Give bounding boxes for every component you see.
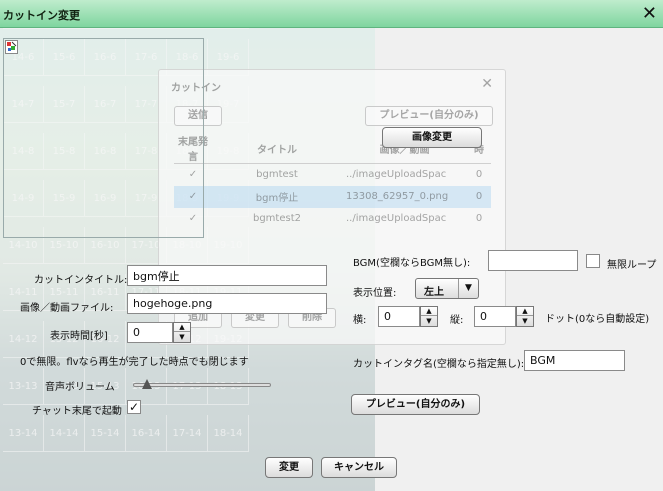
bgm-input[interactable] xyxy=(488,250,578,271)
row-file: 13308_62957_0.png xyxy=(342,185,467,208)
bgm-label: BGM(空欄ならBGM無し): xyxy=(353,258,471,269)
ghost-close-icon: ✕ xyxy=(481,76,493,92)
ghost-preview-button: プレビュー(自分のみ) xyxy=(365,106,493,126)
stepper-down-icon[interactable]: ▼ xyxy=(174,333,190,342)
time-input[interactable] xyxy=(127,322,173,343)
image-preview xyxy=(3,38,204,238)
preview-button[interactable]: プレビュー(自分のみ) xyxy=(351,394,480,415)
row-title: bgm停止 xyxy=(212,185,342,208)
title-label: カットインタイトル: xyxy=(34,275,128,286)
volume-slider[interactable] xyxy=(133,383,271,387)
time-label: 表示時間[秒] xyxy=(50,331,108,342)
time-stepper[interactable]: ▲ ▼ xyxy=(173,322,191,343)
y-stepper[interactable]: ▲ ▼ xyxy=(516,306,534,327)
y-input[interactable] xyxy=(474,306,516,327)
row-file: ../imageUploadSpac xyxy=(346,169,447,181)
row-file: ../imageUploadSpac xyxy=(346,213,447,224)
table-row: ✓ bgmtest2 ../imageUploadSpac 0 xyxy=(174,208,491,230)
stepper-down-icon[interactable]: ▼ xyxy=(421,317,437,326)
cancel-button[interactable]: キャンセル xyxy=(321,457,397,478)
row-time: 0 xyxy=(467,185,491,208)
title-input[interactable] xyxy=(127,265,327,286)
position-dropdown[interactable]: 左上 ▼ xyxy=(415,278,479,299)
ok-button[interactable]: 変更 xyxy=(265,457,313,478)
y-label: 縦: xyxy=(450,315,464,326)
stepper-down-icon[interactable]: ▼ xyxy=(517,317,533,326)
file-input[interactable] xyxy=(127,293,327,314)
chat-end-checkbox[interactable]: ✓ xyxy=(127,400,141,414)
stepper-up-icon[interactable]: ▲ xyxy=(517,307,533,316)
window-titlebar: カットイン変更 ✕ xyxy=(0,0,663,28)
change-image-button[interactable]: 画像変更 xyxy=(382,127,482,148)
chevron-down-icon: ▼ xyxy=(458,279,478,298)
row-title: bgmtest2 xyxy=(252,213,301,224)
dot-note: ドット(0なら自動設定) xyxy=(545,314,650,325)
table-row: ✓ bgmtest ../imageUploadSpac 0 xyxy=(174,164,491,186)
position-value: 左上 xyxy=(424,287,444,298)
position-label: 表示位置: xyxy=(353,288,397,299)
row-time: 0 xyxy=(475,213,483,224)
ghost-header-title: タイトル xyxy=(212,133,342,164)
time-note: 0で無限。flvなら再生が完了した時点でも閉じます xyxy=(20,357,249,368)
row-time: 0 xyxy=(475,169,483,181)
tag-input[interactable] xyxy=(524,350,625,371)
table-row: ✓ bgm停止 13308_62957_0.png 0 xyxy=(174,185,491,208)
loop-checkbox[interactable] xyxy=(586,254,600,268)
x-input[interactable] xyxy=(378,306,420,327)
chat-end-label: チャット末尾で起動 xyxy=(32,406,122,417)
volume-label: 音声ボリューム xyxy=(45,382,115,393)
tag-label: カットインタグ名(空欄なら指定無し): xyxy=(353,359,525,370)
x-stepper[interactable]: ▲ ▼ xyxy=(420,306,438,327)
row-title: bgmtest xyxy=(256,169,298,181)
stepper-up-icon[interactable]: ▲ xyxy=(174,323,190,332)
loop-label: 無限ループ xyxy=(607,260,657,271)
x-label: 横: xyxy=(353,315,367,326)
window-title: カットイン変更 xyxy=(3,9,80,22)
stepper-up-icon[interactable]: ▲ xyxy=(421,307,437,316)
file-label: 画像／動画ファイル: xyxy=(20,303,114,314)
volume-slider-thumb[interactable] xyxy=(141,379,152,389)
broken-image-icon xyxy=(5,40,18,54)
close-icon[interactable]: ✕ xyxy=(642,3,657,24)
